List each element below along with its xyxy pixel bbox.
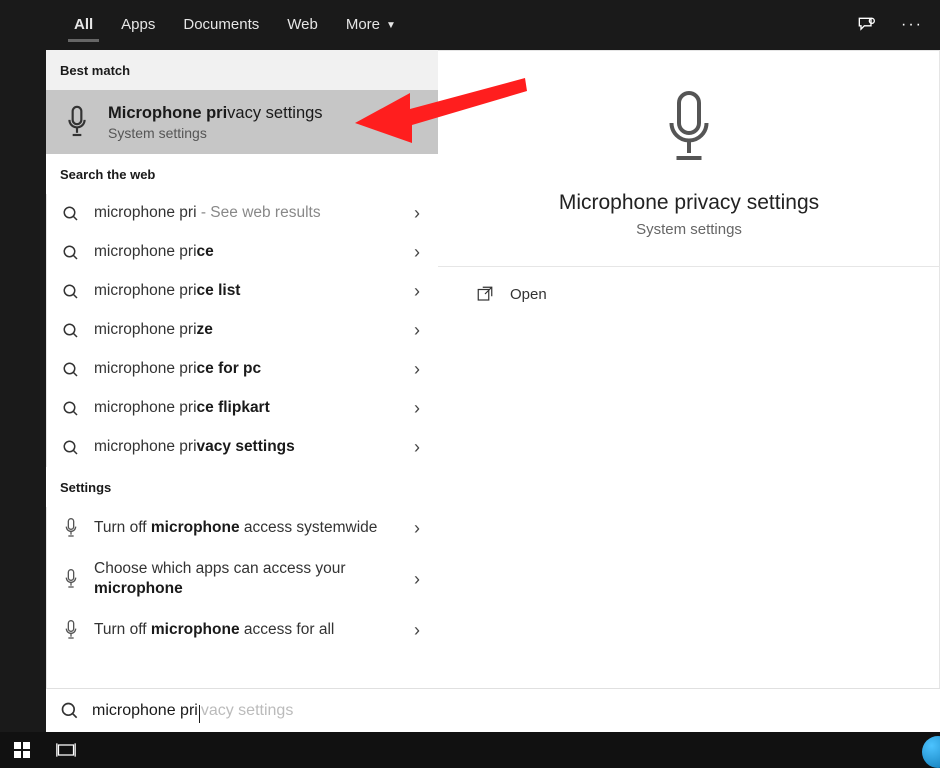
result-label: microphone price for pc: [94, 359, 396, 379]
search-icon: [60, 283, 82, 301]
task-view-button[interactable]: [44, 732, 88, 768]
detail-title: Microphone privacy settings: [559, 191, 819, 215]
detail-subtitle: System settings: [636, 221, 742, 238]
search-icon: [60, 322, 82, 340]
web-result-row[interactable]: microphone pri - See web results ›: [46, 194, 438, 233]
web-result-row[interactable]: microphone privacy settings ›: [46, 428, 438, 467]
result-label: microphone price flipkart: [94, 398, 396, 418]
web-result-row[interactable]: microphone price for pc ›: [46, 350, 438, 389]
open-action[interactable]: Open: [438, 267, 940, 321]
detail-pane: Microphone privacy settings System setti…: [438, 50, 940, 732]
search-tab-bar: All Apps Documents Web More▼ ···: [0, 0, 940, 50]
settings-result-row[interactable]: Turn off microphone access for all ›: [46, 609, 438, 651]
chevron-right-icon[interactable]: ›: [408, 281, 426, 302]
chevron-right-icon[interactable]: ›: [408, 518, 426, 539]
microphone-icon: [60, 102, 94, 142]
settings-result-row[interactable]: Choose which apps can access your microp…: [46, 549, 438, 609]
results-list: Best match Microphone privacy settings S…: [46, 50, 438, 732]
tab-more[interactable]: More▼: [332, 0, 410, 50]
chevron-right-icon[interactable]: ›: [408, 242, 426, 263]
best-match-title: Microphone privacy settings: [108, 104, 323, 123]
search-icon: [60, 400, 82, 418]
microphone-icon: [60, 517, 82, 539]
search-icon: [60, 361, 82, 379]
tab-web[interactable]: Web: [273, 0, 332, 50]
search-input-bar[interactable]: microphone privacy settings: [46, 688, 940, 732]
result-label: microphone prize: [94, 320, 396, 340]
chevron-right-icon[interactable]: ›: [408, 398, 426, 419]
open-label: Open: [510, 286, 547, 303]
chevron-right-icon[interactable]: ›: [408, 620, 426, 641]
search-icon: [60, 205, 82, 223]
result-label: microphone price list: [94, 281, 396, 301]
taskbar: [0, 732, 940, 768]
section-best-match: Best match: [46, 50, 438, 90]
result-label: microphone privacy settings: [94, 437, 396, 457]
search-icon: [60, 439, 82, 457]
microphone-icon: [60, 568, 82, 590]
web-result-row[interactable]: microphone prize ›: [46, 311, 438, 350]
result-label: Turn off microphone access systemwide: [94, 518, 396, 538]
start-button[interactable]: [0, 732, 44, 768]
web-result-row[interactable]: microphone price flipkart ›: [46, 389, 438, 428]
web-result-row[interactable]: microphone price list ›: [46, 272, 438, 311]
left-gutter: [0, 50, 46, 732]
feedback-icon[interactable]: [852, 11, 880, 39]
microphone-icon: [60, 619, 82, 641]
settings-result-row[interactable]: Turn off microphone access systemwide ›: [46, 507, 438, 549]
section-search-web: Search the web: [46, 154, 438, 194]
web-result-row[interactable]: microphone price ›: [46, 233, 438, 272]
best-match-result[interactable]: Microphone privacy settings System setti…: [46, 90, 438, 154]
tab-apps[interactable]: Apps: [107, 0, 169, 50]
section-settings: Settings: [46, 467, 438, 507]
search-results-panel: Best match Microphone privacy settings S…: [46, 50, 940, 732]
best-match-subtitle: System settings: [108, 125, 323, 141]
search-text: microphone privacy settings: [92, 702, 293, 720]
open-icon: [476, 285, 496, 303]
result-label: Turn off microphone access for all: [94, 620, 396, 640]
chevron-right-icon[interactable]: ›: [408, 320, 426, 341]
search-icon: [60, 244, 82, 262]
tray-app-icon[interactable]: [922, 736, 940, 768]
result-label: microphone price: [94, 242, 396, 262]
tab-all[interactable]: All: [60, 0, 107, 50]
result-label: Choose which apps can access your microp…: [94, 559, 396, 599]
microphone-icon: [659, 88, 719, 173]
chevron-right-icon[interactable]: ›: [408, 203, 426, 224]
search-tabs: All Apps Documents Web More▼: [60, 0, 410, 50]
chevron-down-icon: ▼: [386, 1, 396, 51]
more-options-icon[interactable]: ···: [898, 11, 926, 39]
result-label: microphone pri - See web results: [94, 203, 396, 223]
chevron-right-icon[interactable]: ›: [408, 569, 426, 590]
chevron-right-icon[interactable]: ›: [408, 437, 426, 458]
chevron-right-icon[interactable]: ›: [408, 359, 426, 380]
tab-documents[interactable]: Documents: [169, 0, 273, 50]
search-icon: [60, 701, 82, 721]
